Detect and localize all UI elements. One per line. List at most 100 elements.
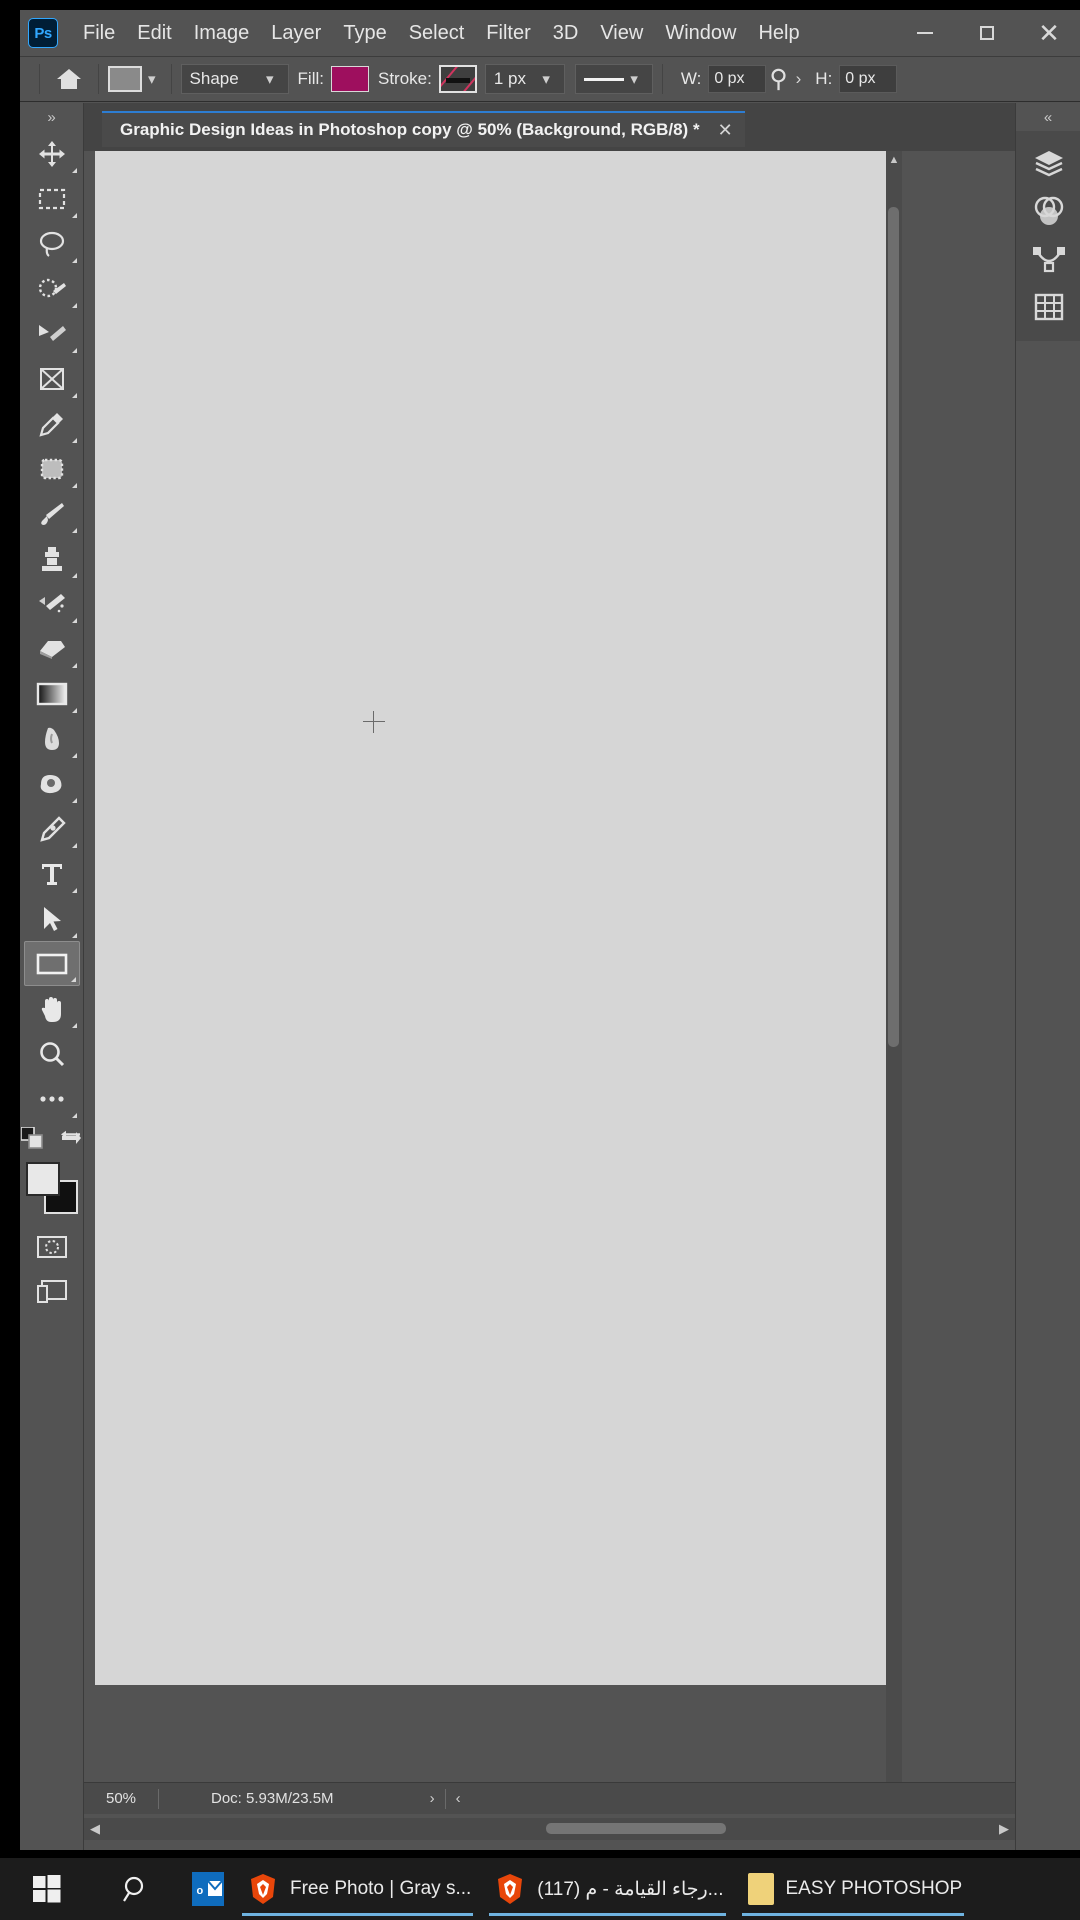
status-prev-icon[interactable]: ‹ (446, 1790, 471, 1807)
scroll-left-icon[interactable]: ◀ (84, 1818, 106, 1840)
rectangle-tool[interactable] (23, 941, 80, 986)
scroll-up-icon[interactable]: ▲ (886, 151, 902, 169)
menu-image[interactable]: Image (183, 18, 261, 49)
pen-tool[interactable] (24, 806, 80, 851)
properties-panel-icon[interactable] (1016, 283, 1080, 331)
horizontal-type-tool[interactable] (24, 851, 80, 896)
spot-healing-brush-tool[interactable] (24, 446, 80, 491)
tool-flyout-triangle (71, 573, 77, 578)
taskbar-explorer[interactable]: EASY PHOTOSHOP (734, 1858, 973, 1920)
scroll-right-icon[interactable]: ▶ (993, 1818, 1015, 1840)
magic-wand-tool[interactable] (24, 311, 80, 356)
menu-help[interactable]: Help (747, 18, 810, 49)
tool-flyout-triangle (71, 303, 77, 308)
stroke-style-select[interactable]: ▾ (574, 64, 653, 94)
status-next-icon[interactable]: › (420, 1790, 445, 1807)
windows-start-icon[interactable] (0, 1858, 94, 1920)
horizontal-scroll-thumb[interactable] (546, 1823, 726, 1834)
taskbar-search-icon[interactable] (94, 1858, 178, 1920)
rectangular-marquee-tool[interactable] (24, 176, 80, 221)
screen-mode-icon[interactable] (24, 1269, 80, 1314)
color-swatches[interactable] (24, 1160, 80, 1216)
menu-filter[interactable]: Filter (475, 18, 541, 49)
stroke-width-select[interactable]: 1 px ▾ (484, 64, 565, 94)
taskbar-outlook[interactable]: o (178, 1858, 234, 1920)
close-button[interactable]: ✕ (1018, 10, 1080, 56)
menu-3d[interactable]: 3D (542, 18, 590, 49)
history-brush-tool[interactable] (24, 581, 80, 626)
width-input[interactable]: 0 px (708, 65, 767, 93)
menu-layer[interactable]: Layer (260, 18, 332, 49)
search-icon[interactable]: ⚲ (769, 64, 787, 94)
eraser-tool[interactable] (24, 626, 80, 671)
gradient-tool[interactable] (24, 671, 80, 716)
taskbar-brave-2[interactable]: رجاء القيامة - م (117)... (481, 1858, 733, 1920)
taskbar-brave-1[interactable]: Free Photo | Gray s... (234, 1858, 481, 1920)
panel-icon-group (1016, 131, 1080, 341)
chevron-down-icon: ▾ (266, 71, 274, 88)
fill-label: Fill: (297, 69, 324, 88)
blur-tool[interactable] (24, 716, 80, 761)
shape-preset-swatch[interactable] (108, 66, 142, 92)
vertical-scroll-thumb[interactable] (888, 207, 899, 1047)
canvas-viewport[interactable] (84, 151, 1015, 1802)
menu-window[interactable]: Window (654, 18, 747, 49)
tool-flyout-triangle (71, 753, 77, 758)
shape-mode-select[interactable]: Shape ▾ (180, 64, 289, 94)
lasso-tool[interactable] (24, 221, 80, 266)
brush-tool[interactable] (24, 491, 80, 536)
fill-color-swatch[interactable] (330, 66, 369, 92)
move-tool[interactable] (24, 131, 80, 176)
eyedropper-tool[interactable] (24, 401, 80, 446)
close-icon[interactable]: ✕ (718, 120, 733, 141)
vertical-scrollbar[interactable]: ▲ ▼ (886, 151, 902, 1802)
menu-view[interactable]: View (589, 18, 654, 49)
minimize-button[interactable] (894, 10, 956, 56)
paths-panel-icon[interactable] (1016, 235, 1080, 283)
options-divider (661, 64, 663, 94)
screen: Ps File Edit Image Layer Type Select Fil… (0, 0, 1080, 1920)
horizontal-scrollbar[interactable]: ◀ ▶ (84, 1818, 1015, 1840)
maximize-button[interactable] (956, 10, 1018, 56)
hand-tool[interactable] (24, 986, 80, 1031)
adjustments-panel-icon[interactable] (1016, 187, 1080, 235)
horizontal-scroll-track[interactable] (106, 1818, 993, 1840)
svg-text:o: o (197, 1885, 204, 1897)
panel-collapse-icon[interactable]: « (1016, 103, 1080, 131)
tool-flyout-triangle (71, 663, 77, 668)
artboard[interactable] (95, 151, 890, 1685)
layers-panel-icon[interactable] (1016, 139, 1080, 187)
stroke-color-swatch[interactable] (438, 65, 477, 93)
clone-stamp-tool[interactable] (24, 536, 80, 581)
menu-type[interactable]: Type (332, 18, 397, 49)
quick-mask-icon[interactable] (24, 1224, 80, 1269)
crop-tool[interactable] (24, 356, 80, 401)
object-selection-tool[interactable] (24, 266, 80, 311)
document-tab[interactable]: Graphic Design Ideas in Photoshop copy @… (102, 111, 745, 147)
height-input[interactable]: 0 px (839, 65, 898, 93)
link-dimensions-icon[interactable]: › (796, 69, 802, 89)
foreground-color-swatch[interactable] (25, 1162, 60, 1196)
photoshop-logo-icon: Ps (28, 18, 58, 48)
zoom-level[interactable]: 50% (84, 1790, 158, 1807)
path-selection-tool[interactable] (24, 896, 80, 941)
swap-colors-icon[interactable] (59, 1127, 83, 1154)
toolbar-expand-icon[interactable]: » (20, 103, 83, 131)
menu-edit[interactable]: Edit (126, 18, 182, 49)
document-info: Doc: 5.93M/23.5M (211, 1790, 334, 1807)
menu-file[interactable]: File (72, 18, 126, 49)
windows-taskbar: o Free Photo | Gray s... رجاء القيامة - … (0, 1858, 1080, 1920)
chevron-down-icon[interactable]: ▾ (148, 70, 156, 88)
zoom-tool[interactable] (24, 1031, 80, 1076)
tool-flyout-triangle (71, 618, 77, 623)
default-colors-icon[interactable] (19, 1126, 43, 1154)
outlook-icon: o (192, 1872, 224, 1906)
options-bar: ▾ Shape ▾ Fill: Stroke: 1 px ▾ ▾ W: 0 px… (20, 56, 1080, 102)
menu-select[interactable]: Select (398, 18, 476, 49)
edit-toolbar-tool[interactable] (24, 1076, 80, 1121)
dodge-tool[interactable] (24, 761, 80, 806)
home-icon[interactable] (49, 59, 89, 99)
taskbar-item-title: رجاء القيامة - م (117)... (537, 1878, 724, 1900)
stroke-width-value: 1 px (493, 69, 526, 88)
tool-flyout-triangle (71, 1113, 77, 1118)
